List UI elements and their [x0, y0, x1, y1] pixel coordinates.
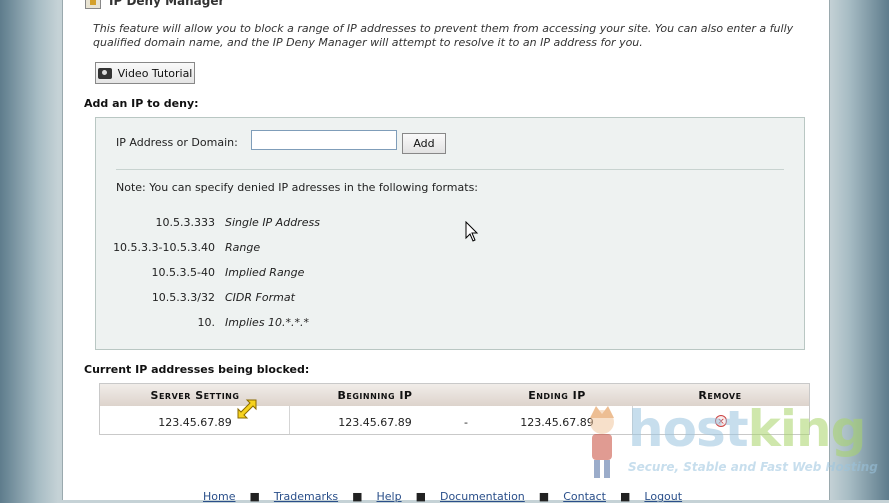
video-tutorial-label: Video Tutorial — [117, 66, 193, 80]
footer-link-home[interactable]: Home — [203, 490, 235, 503]
format-ip: 10. — [197, 316, 216, 329]
column-header-beginning-ip: Beginning IP — [337, 389, 413, 402]
file-lock-icon — [85, 0, 101, 9]
add-ip-heading: Add an IP to deny: — [84, 97, 199, 110]
format-ip: 10.5.3.3/32 — [151, 291, 215, 304]
hostking-tagline: Secure, Stable and Fast Web Hosting — [628, 460, 878, 474]
format-desc: Implies 10.*.*.* — [225, 316, 310, 329]
footer-separator: ■ — [415, 490, 426, 503]
hostking-watermark: hostking Secure, Stable and Fast Web Hos… — [580, 400, 880, 490]
hostking-logo: hostking — [628, 400, 866, 458]
footer-link-trademarks[interactable]: Trademarks — [274, 490, 338, 503]
format-ip: 10.5.3.333 — [155, 216, 215, 229]
footer-link-logout[interactable]: Logout — [644, 490, 682, 503]
footer-link-contact[interactable]: Contact — [563, 490, 606, 503]
format-desc: Implied Range — [225, 266, 305, 279]
page-title: IP Deny Manager — [109, 0, 225, 8]
mascot-icon — [590, 406, 614, 478]
footer-separator: ■ — [538, 490, 550, 503]
format-ip: 10.5.3.3-10.5.3.40 — [113, 241, 215, 254]
resize-cursor-icon — [236, 398, 258, 424]
footer-separator: ■ — [249, 490, 260, 503]
format-desc: Range — [225, 241, 261, 254]
footer-separator: ■ — [620, 490, 631, 503]
format-desc: CIDR Format — [225, 291, 295, 304]
ip-domain-input[interactable] — [251, 130, 397, 150]
cell-beginning-ip: 123.45.67.89 — [338, 416, 412, 429]
footer-link-help[interactable]: Help — [377, 490, 402, 503]
ip-domain-label: IP Address or Domain: — [116, 136, 238, 149]
cell-dash: - — [464, 416, 468, 429]
page-title-row: IP Deny Manager — [85, 0, 224, 10]
footer-links: Home ■ Trademarks ■ Help ■ Documentation… — [203, 490, 682, 503]
intro-text: This feature will allow you to block a r… — [93, 22, 794, 49]
column-divider — [289, 406, 290, 434]
camera-icon — [97, 67, 112, 79]
panel-divider — [116, 169, 784, 170]
video-tutorial-button[interactable]: Video Tutorial — [95, 62, 195, 84]
format-ip: 10.5.3.5-40 — [151, 266, 215, 279]
add-button[interactable]: Add — [402, 133, 446, 154]
format-note: Note: You can specify denied IP adresses… — [116, 181, 479, 194]
footer-link-documentation[interactable]: Documentation — [440, 490, 525, 503]
blocked-heading: Current IP addresses being blocked: — [84, 363, 310, 376]
footer-separator: ■ — [352, 490, 363, 503]
format-desc: Single IP Address — [225, 216, 320, 229]
add-ip-panel: IP Address or Domain: Add Note: You can … — [95, 117, 805, 350]
